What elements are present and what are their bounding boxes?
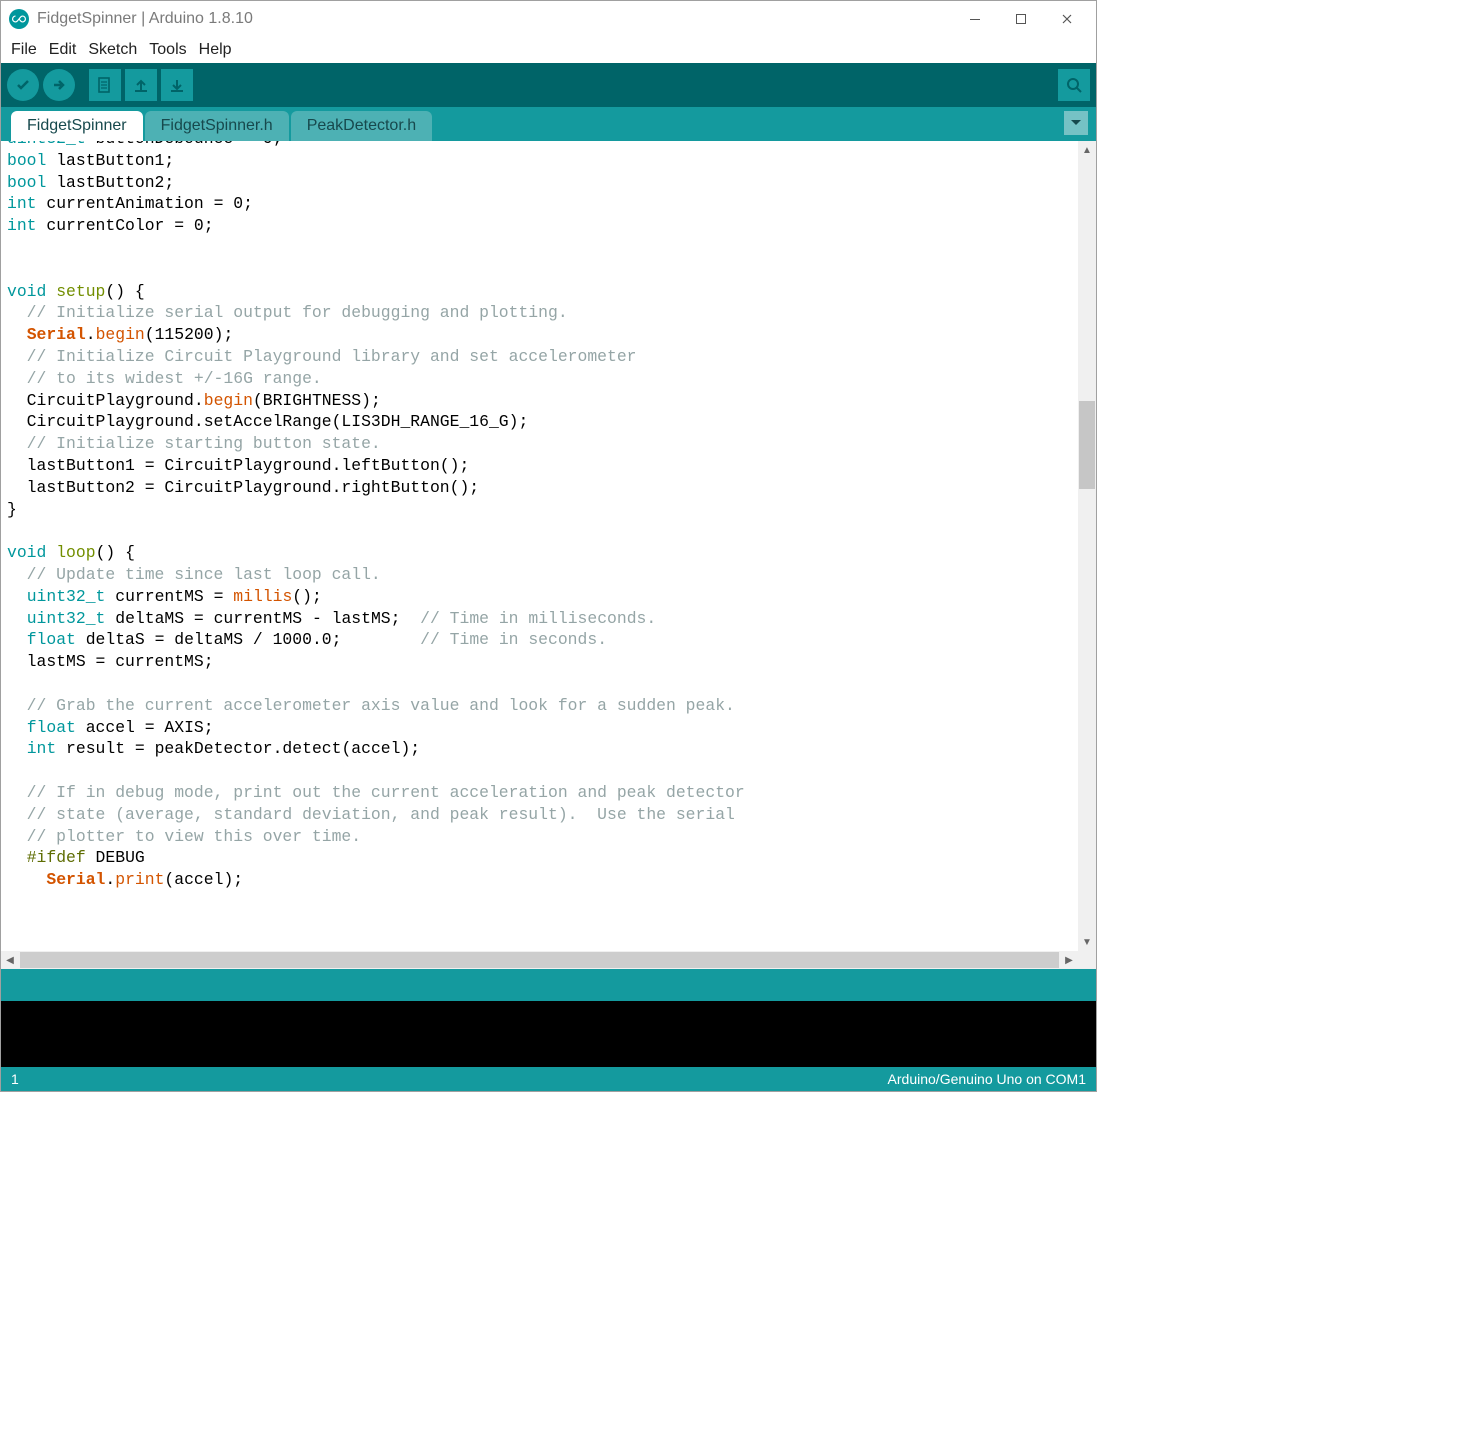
scroll-right-icon[interactable]: ▶	[1060, 951, 1078, 969]
scroll-up-icon[interactable]: ▲	[1078, 141, 1096, 159]
open-button[interactable]	[125, 69, 157, 101]
serial-monitor-button[interactable]	[1058, 69, 1090, 101]
horizontal-scrollbar[interactable]: ◀ ▶	[1, 951, 1096, 969]
tab-menu-button[interactable]	[1064, 111, 1088, 135]
hscroll-track[interactable]	[20, 952, 1059, 968]
tab-label: FidgetSpinner.h	[161, 117, 273, 135]
scroll-down-icon[interactable]: ▼	[1078, 933, 1096, 951]
tab-label: PeakDetector.h	[307, 117, 416, 135]
vertical-scrollbar[interactable]: ▲ ▼	[1078, 141, 1096, 951]
scroll-left-icon[interactable]: ◀	[1, 951, 19, 969]
tab-fidgetspinner-h[interactable]: FidgetSpinner.h	[145, 111, 289, 141]
board-port: Arduino/Genuino Uno on COM1	[888, 1071, 1086, 1087]
footer-bar: 1 Arduino/Genuino Uno on COM1	[1, 1067, 1096, 1091]
menu-edit[interactable]: Edit	[43, 39, 83, 61]
menu-sketch[interactable]: Sketch	[82, 39, 143, 61]
new-button[interactable]	[89, 69, 121, 101]
minimize-button[interactable]	[952, 3, 998, 35]
title-bar: FidgetSpinner | Arduino 1.8.10	[1, 1, 1096, 37]
menu-help[interactable]: Help	[193, 39, 238, 61]
console-output[interactable]	[1, 1001, 1096, 1067]
editor-area: uint32_t buttonDebounce = 0; bool lastBu…	[1, 141, 1096, 951]
tab-bar: FidgetSpinner FidgetSpinner.h PeakDetect…	[1, 107, 1096, 141]
app-icon	[9, 9, 29, 29]
verify-button[interactable]	[7, 69, 39, 101]
menu-tools[interactable]: Tools	[143, 39, 192, 61]
code-editor[interactable]: uint32_t buttonDebounce = 0; bool lastBu…	[1, 141, 1078, 951]
line-number: 1	[11, 1071, 19, 1087]
close-button[interactable]	[1044, 3, 1090, 35]
tab-peakdetector-h[interactable]: PeakDetector.h	[291, 111, 432, 141]
status-strip	[1, 969, 1096, 1001]
scroll-thumb[interactable]	[1079, 401, 1095, 489]
menu-file[interactable]: File	[5, 39, 43, 61]
tab-fidgetspinner[interactable]: FidgetSpinner	[11, 111, 143, 141]
toolbar	[1, 63, 1096, 107]
window-title: FidgetSpinner | Arduino 1.8.10	[37, 10, 253, 28]
upload-button[interactable]	[43, 69, 75, 101]
tab-label: FidgetSpinner	[27, 117, 127, 135]
menu-bar: File Edit Sketch Tools Help	[1, 37, 1096, 63]
save-button[interactable]	[161, 69, 193, 101]
maximize-button[interactable]	[998, 3, 1044, 35]
